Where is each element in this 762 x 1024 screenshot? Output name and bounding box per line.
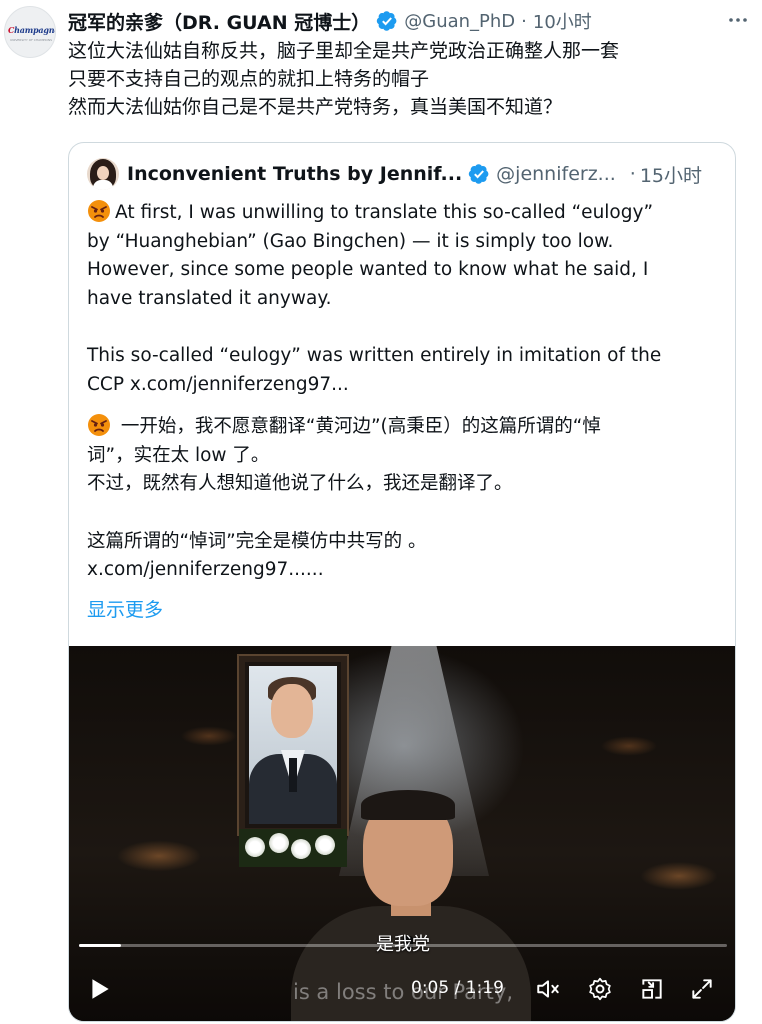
quoted-author-name[interactable]: Inconvenient Truths by Jennif... (127, 163, 462, 185)
play-icon[interactable] (87, 976, 113, 1002)
settings-gear-icon[interactable] (587, 976, 613, 1002)
video-subtitle-cn: 是我党 (376, 934, 430, 955)
quoted-tweet-time[interactable]: 15小时 (640, 161, 702, 188)
quoted-tweet-header: Inconvenient Truths by Jennif... @jennif… (87, 157, 727, 191)
avatar-logo-text: Champagne (8, 25, 56, 35)
quoted-text-line: However, since some people wanted to kno… (87, 259, 649, 280)
video-progress-fill (79, 944, 122, 947)
video-player[interactable]: 是我党 is a loss to our Party, 0:05 / 1:19 (69, 646, 735, 1021)
picture-in-picture-icon[interactable] (639, 976, 665, 1002)
author-name[interactable]: 冠军的亲爹（DR. GUAN 冠博士） (68, 8, 370, 35)
tweet-text-line: 然而大法仙姑你自己是不是共产党特务，真当美国不知道？ (68, 96, 563, 118)
more-icon[interactable] (726, 8, 750, 32)
fullscreen-icon[interactable] (689, 976, 715, 1002)
show-more-link[interactable]: 显示更多 (87, 595, 163, 622)
video-controls: 0:05 / 1:19 (69, 968, 735, 1008)
quoted-text-line: 这篇所谓的“悼词”完全是模仿中共写的 。 (87, 530, 427, 552)
quoted-text-line: 词”，实在太 low 了。 (87, 444, 270, 466)
quoted-text-line: CCP x.com/jenniferzeng97... (87, 373, 349, 395)
quoted-author-handle[interactable]: @jenniferz... (496, 163, 616, 185)
quoted-text-line: 一开始，我不愿意翻译“黄河边”(高秉臣）的这篇所谓的“悼 (87, 413, 727, 442)
quoted-tweet[interactable]: Inconvenient Truths by Jennif... @jennif… (68, 142, 736, 1022)
tweet[interactable]: Champagne UNIVERSITY OF CHAMPIONS 冠军的亲爹（… (0, 0, 762, 1024)
avatar-logo-subtext: UNIVERSITY OF CHAMPIONS (10, 38, 52, 42)
quoted-text-line: At first, I was unwilling to translate t… (87, 199, 727, 228)
tweet-time[interactable]: 10小时 (533, 8, 592, 34)
verified-badge-icon[interactable] (468, 163, 490, 185)
tweet-text-line: 只要不支持自己的观点的就扣上特务的帽子 (68, 68, 430, 90)
quoted-text-line: have translated it anyway. (87, 287, 332, 309)
quoted-text-line: x.com/jenniferzeng97...... (87, 559, 324, 580)
tweet-header: 冠军的亲爹（DR. GUAN 冠博士） @Guan_PhD · 10小时 (68, 6, 758, 36)
quoted-text-cn: 一开始，我不愿意翻译“黄河边”(高秉臣）的这篇所谓的“悼 (115, 416, 601, 437)
angry-face-icon (88, 414, 110, 436)
separator-dot: · (521, 10, 527, 32)
author-handle[interactable]: @Guan_PhD (404, 11, 515, 32)
tweet-text-line: 这位大法仙姑自称反共，脑子里却全是共产党政治正确整人那一套 (68, 40, 620, 62)
quoted-text-line: by “Huanghebian” (Gao Bingchen) — it is … (87, 230, 614, 252)
quoted-tweet-text: At first, I was unwilling to translate t… (87, 199, 727, 585)
quoted-text-en: At first, I was unwilling to translate t… (115, 202, 654, 223)
quoted-text-line: 不过，既然有人想知道他说了什么，我还是翻译了。 (87, 473, 513, 494)
verified-badge-icon[interactable] (376, 10, 398, 32)
angry-face-icon (88, 200, 110, 222)
separator-dot: · (629, 163, 636, 185)
quoted-text-line: This so-called “eulogy” was written enti… (87, 345, 662, 366)
author-avatar[interactable]: Champagne UNIVERSITY OF CHAMPIONS (4, 6, 56, 58)
video-progress-bar[interactable] (79, 944, 727, 947)
video-time-readout: 0:05 / 1:19 (411, 978, 504, 998)
quoted-author-avatar[interactable] (87, 158, 119, 190)
mute-icon[interactable] (535, 976, 561, 1002)
tweet-text: 这位大法仙姑自称反共，脑子里却全是共产党政治正确整人那一套 只要不支持自己的观点… (68, 37, 748, 121)
